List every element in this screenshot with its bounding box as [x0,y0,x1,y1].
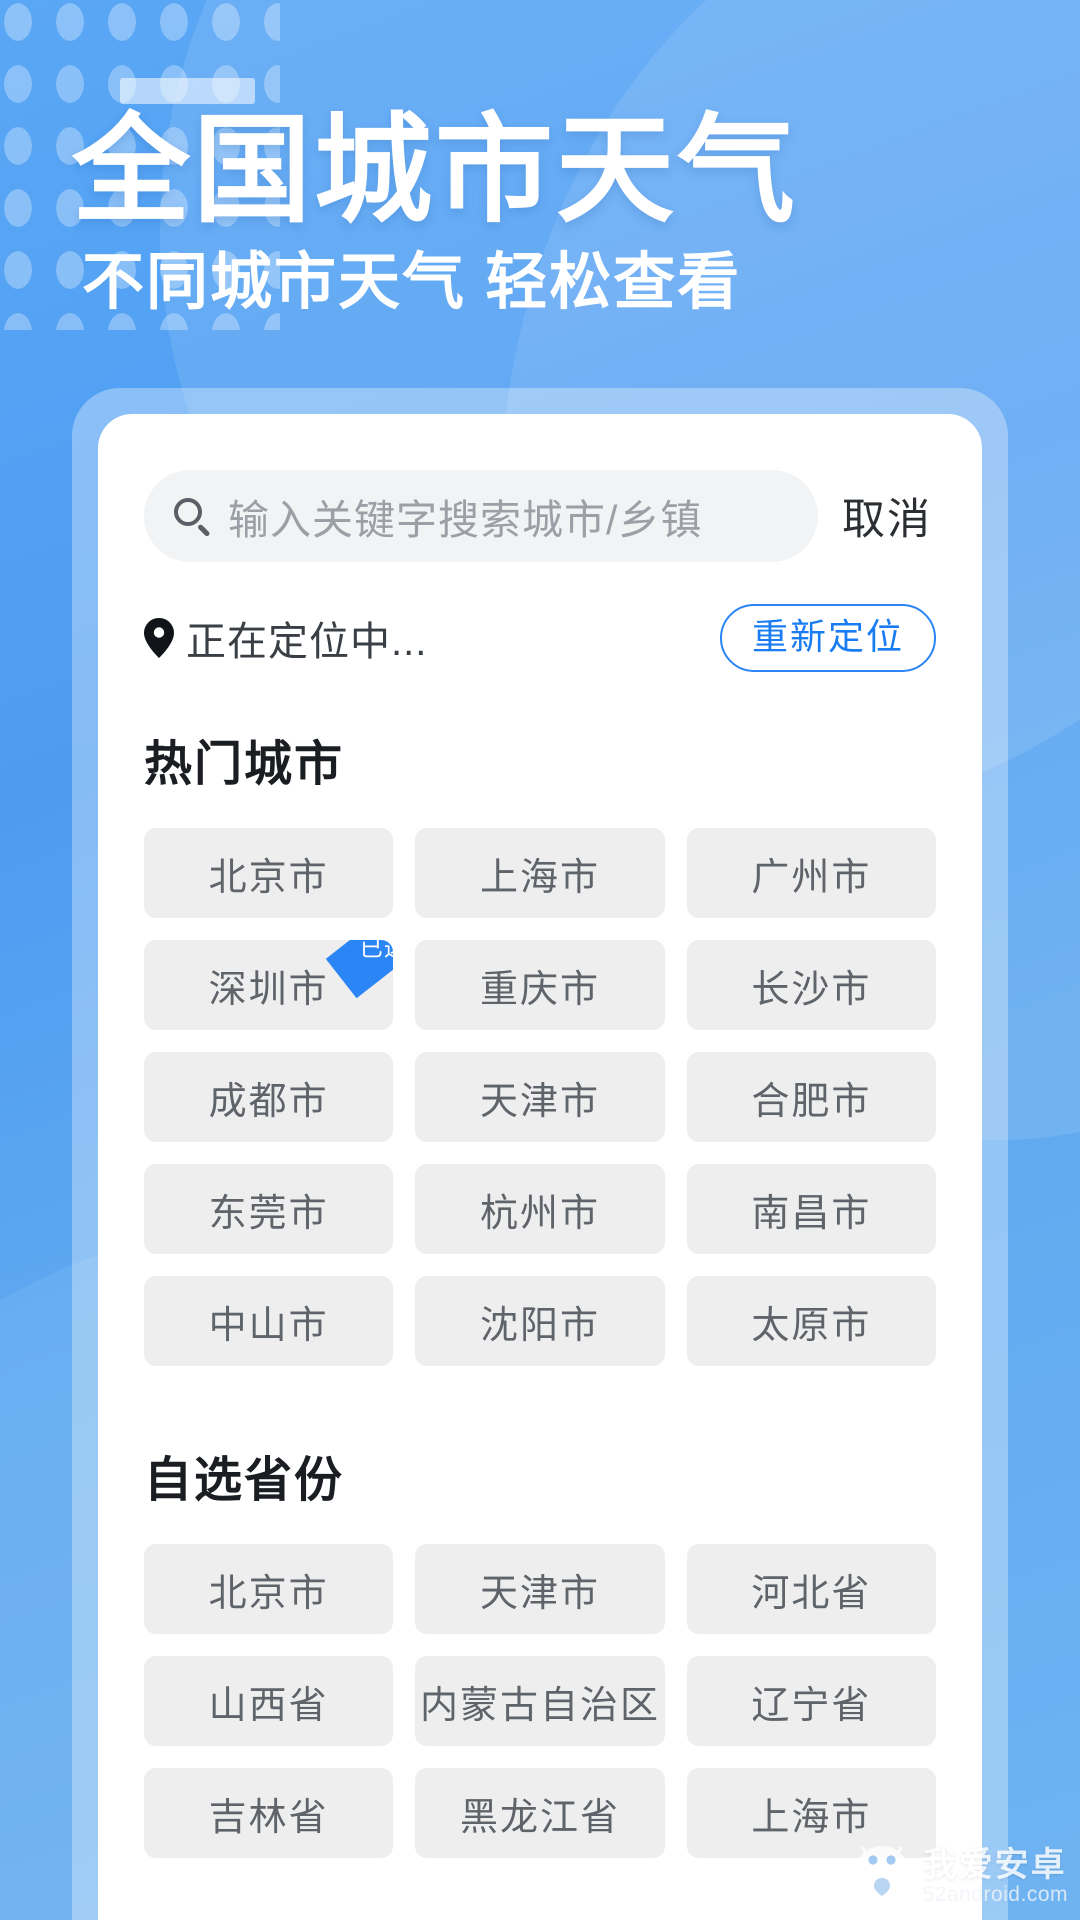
city-tile[interactable]: 中山市 [144,1276,394,1366]
city-tile-label: 重庆市 [479,968,600,1011]
city-tile-label: 南昌市 [751,1192,872,1235]
city-tile[interactable]: 合肥市 [686,1052,936,1142]
watermark: 我爱安卓 52android.com [851,1842,1068,1912]
android-robot-icon [856,1846,907,1912]
province-tile[interactable]: 河北省 [686,1544,936,1634]
locate-status-text: 正在定位中... [186,620,428,664]
locate-row: 正在定位中... 重新定位 [144,604,936,672]
city-tile-label: 太原市 [751,1304,872,1347]
selected-badge-label: 已选 [360,940,394,961]
city-tile[interactable]: 深圳市 已选 [144,940,394,1030]
watermark-title: 我爱安卓 [922,1846,1067,1885]
hot-cities-grid: 北京市 上海市 广州市 深圳市 已选 重庆市 长沙市 成都市 天津市 合肥市 东莞市 杭州市 南昌市 中山… [144,828,936,1366]
city-tile-label: 杭州市 [479,1192,600,1235]
provinces-title: 自选省份 [144,1454,345,1507]
hero-accent-bar [120,78,255,104]
city-tile-label: 广州市 [751,856,872,899]
city-tile-label: 长沙市 [751,968,872,1011]
cancel-button[interactable]: 取消 [842,485,936,547]
province-tile[interactable]: 山西省 [144,1656,394,1746]
province-tile-label: 内蒙古自治区 [419,1684,660,1727]
city-tile[interactable]: 重庆市 [415,940,665,1030]
city-tile-label: 上海市 [479,856,600,899]
provinces-grid: 北京市 天津市 河北省山西省 内蒙古自治区 辽宁省吉林省 黑龙江省 上海市 [144,1544,936,1858]
city-tile[interactable]: 东莞市 [144,1164,394,1254]
search-icon [172,496,212,537]
province-tile-label: 黑龙江省 [459,1796,620,1839]
city-tile-label: 成都市 [208,1080,329,1123]
city-tile-label: 沈阳市 [479,1304,600,1347]
city-tile-label: 中山市 [208,1304,329,1347]
province-tile-label: 天津市 [479,1572,600,1615]
watermark-url: 52android.com [922,1882,1068,1906]
city-tile-label: 东莞市 [208,1192,329,1235]
city-tile-label: 北京市 [208,856,329,899]
province-tile-label: 上海市 [751,1796,872,1839]
province-tile[interactable]: 辽宁省 [686,1656,936,1746]
city-tile[interactable]: 沈阳市 [415,1276,665,1366]
province-tile-label: 吉林省 [208,1796,329,1839]
hero-subtitle: 不同城市天气 轻松查看 [82,248,742,317]
phone-frame: 输入关键字搜索城市/乡镇 取消 正在定位中... 重新定位 热门城市 北京市上海… [72,388,1008,1920]
hero-title: 全国城市天气 [72,105,799,237]
city-tile[interactable]: 成都市 [144,1052,394,1142]
city-tile[interactable]: 北京市 [144,828,394,918]
search-row: 输入关键字搜索城市/乡镇 取消 [144,470,936,562]
city-tile[interactable]: 广州市 [686,828,936,918]
city-tile-label: 天津市 [479,1080,600,1123]
province-tile[interactable]: 内蒙古自治区 [415,1656,665,1746]
selected-badge: 已选 [326,940,394,999]
province-tile-label: 北京市 [208,1572,329,1615]
province-tile[interactable]: 北京市 [144,1544,394,1634]
location-pin-icon [144,618,174,658]
province-tile[interactable]: 吉林省 [144,1768,394,1858]
city-tile[interactable]: 上海市 [415,828,665,918]
search-input[interactable]: 输入关键字搜索城市/乡镇 [144,470,818,562]
city-tile[interactable]: 南昌市 [686,1164,936,1254]
province-tile[interactable]: 天津市 [415,1544,665,1634]
province-tile-label: 山西省 [208,1684,329,1727]
relocate-button[interactable]: 重新定位 [719,604,936,672]
province-tile-label: 辽宁省 [751,1684,872,1727]
city-tile[interactable]: 长沙市 [686,940,936,1030]
watermark-text: 我爱安卓 52android.com [922,1846,1068,1906]
city-tile-label: 合肥市 [751,1080,872,1123]
city-picker-screen: 输入关键字搜索城市/乡镇 取消 正在定位中... 重新定位 热门城市 北京市上海… [98,414,982,1920]
city-tile-label: 深圳市 [208,968,329,1011]
locate-status: 正在定位中... [144,609,427,667]
search-placeholder: 输入关键字搜索城市/乡镇 [228,497,703,543]
city-tile[interactable]: 杭州市 [415,1164,665,1254]
city-tile[interactable]: 太原市 [686,1276,936,1366]
hot-cities-title: 热门城市 [144,738,345,791]
province-tile[interactable]: 黑龙江省 [415,1768,665,1858]
province-tile-label: 河北省 [751,1572,872,1615]
city-tile[interactable]: 天津市 [415,1052,665,1142]
